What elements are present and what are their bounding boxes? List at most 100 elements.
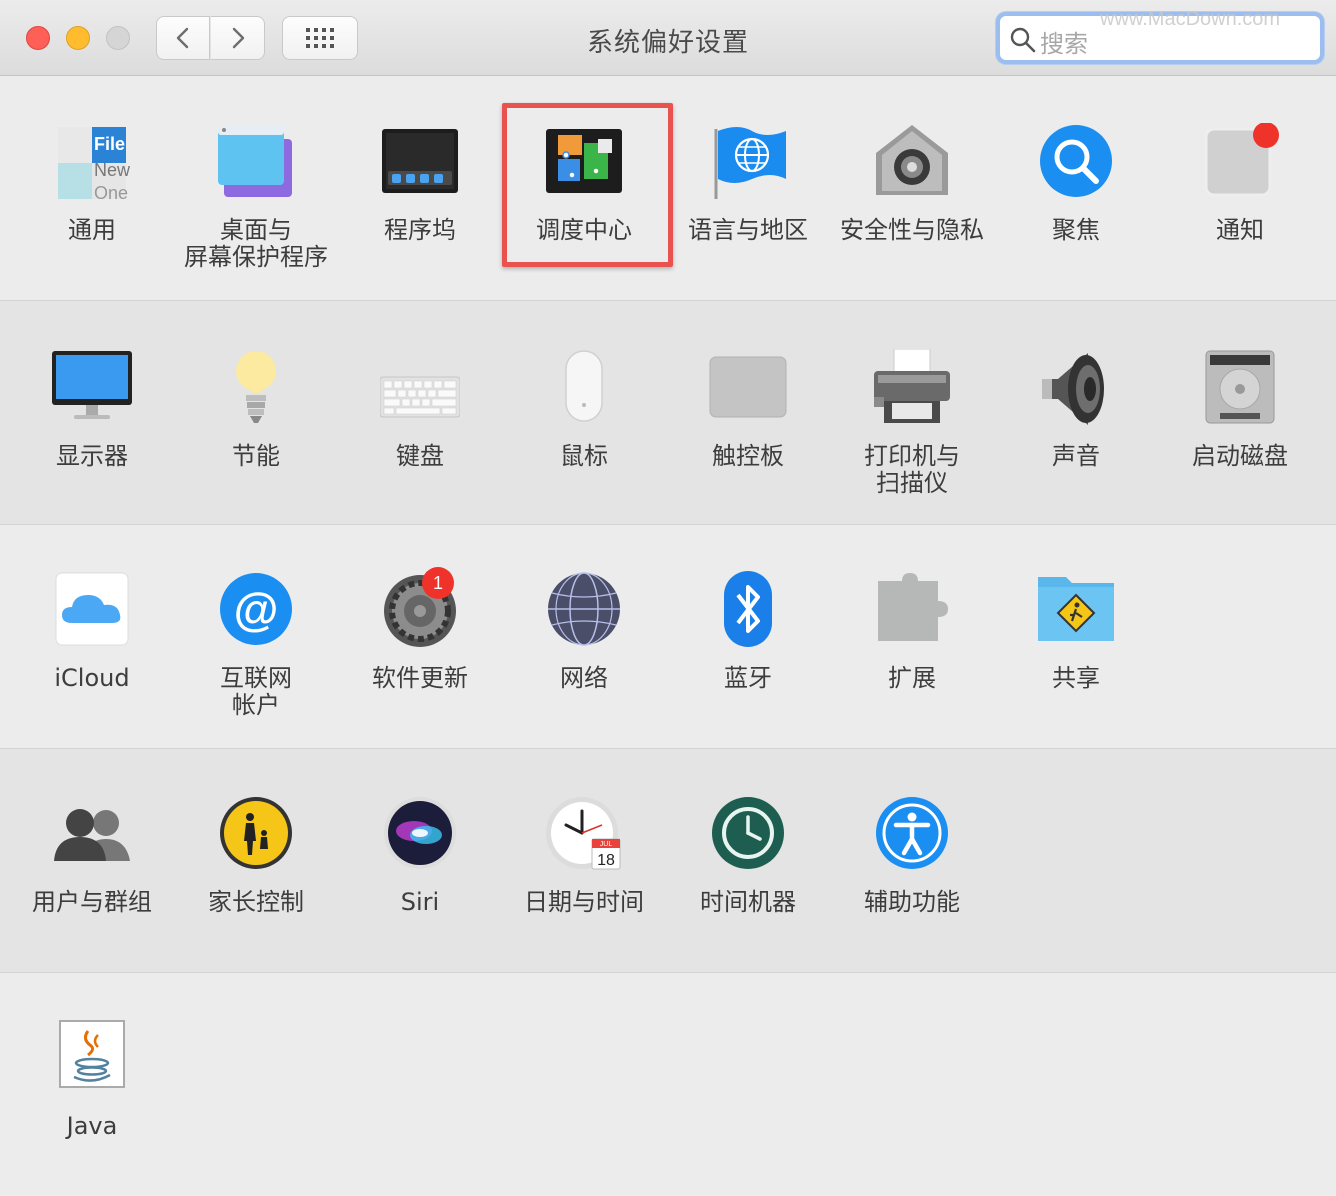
pref-label: 日期与时间 xyxy=(524,888,644,916)
pref-java[interactable]: Java xyxy=(10,1019,174,1140)
sound-icon xyxy=(1036,349,1116,429)
sharing-icon xyxy=(1036,571,1116,651)
pref-label: 程序坞 xyxy=(384,216,456,244)
pref-displays[interactable]: 显示器 xyxy=(10,349,174,470)
highlight-frame xyxy=(502,103,673,267)
svg-text:One: One xyxy=(94,183,128,203)
pref-label: 用户与群组 xyxy=(32,888,152,916)
search-placeholder: 搜索 xyxy=(1040,30,1088,58)
section-system: 用户与群组 家长控制 Siri JUL 18 日期与时间 时间机器 辅助功能 xyxy=(0,749,1336,973)
svg-text:New: New xyxy=(94,160,131,180)
pref-label: 聚焦 xyxy=(1052,216,1100,244)
pref-desktop-screensaver[interactable]: 桌面与 屏幕保护程序 xyxy=(174,123,338,271)
pref-parental-controls[interactable]: 家长控制 xyxy=(174,795,338,916)
pref-language-region[interactable]: 语言与地区 xyxy=(666,123,830,244)
java-icon xyxy=(52,1019,132,1099)
icloud-icon xyxy=(52,571,132,651)
pref-time-machine[interactable]: 时间机器 xyxy=(666,795,830,916)
pref-label: 启动磁盘 xyxy=(1192,442,1288,470)
pref-software-update[interactable]: 1 软件更新 xyxy=(338,567,502,692)
watermark: www.MacDown.com xyxy=(1100,8,1281,30)
pref-label: 辅助功能 xyxy=(864,888,960,916)
pref-label: Siri xyxy=(400,888,440,916)
startup-disk-icon xyxy=(1200,349,1280,429)
dock-icon xyxy=(380,123,460,203)
pref-dock[interactable]: 程序坞 xyxy=(338,123,502,244)
pref-sound[interactable]: 声音 xyxy=(994,349,1158,470)
desktop-screensaver-icon xyxy=(216,123,296,203)
pref-label: Java xyxy=(66,1112,118,1140)
pref-label: 家长控制 xyxy=(208,888,304,916)
pref-printers-scanners[interactable]: 打印机与 扫描仪 xyxy=(830,348,994,497)
titlebar: 系统偏好设置 搜索 www.MacDown.com xyxy=(0,0,1336,76)
pref-label: 互联网 帐户 xyxy=(220,664,292,719)
security-privacy-icon xyxy=(872,123,952,203)
displays-icon xyxy=(52,349,132,429)
trackpad-icon xyxy=(708,349,788,429)
pref-general[interactable]: File New One 通用 xyxy=(10,123,174,244)
users-groups-icon xyxy=(52,795,132,875)
pref-label: 显示器 xyxy=(56,442,128,470)
pref-label: 声音 xyxy=(1052,442,1100,470)
pref-label: iCloud xyxy=(54,664,130,692)
general-icon: File New One xyxy=(52,123,132,203)
pref-date-time[interactable]: JUL 18 日期与时间 xyxy=(502,795,666,916)
time-machine-icon xyxy=(708,795,788,875)
section-internet-wireless: iCloud @ 互联网 帐户 1 软件更新 网络 蓝牙 扩展 共享 xyxy=(0,525,1336,749)
pref-notifications[interactable]: 通知 xyxy=(1158,122,1322,244)
spotlight-icon xyxy=(1036,123,1116,203)
energy-saver-icon xyxy=(216,349,296,429)
printers-scanners-icon xyxy=(872,348,952,429)
svg-text:@: @ xyxy=(234,583,279,635)
pref-label: 鼠标 xyxy=(560,442,608,470)
pref-accessibility[interactable]: 辅助功能 xyxy=(830,795,994,916)
section-other: Java xyxy=(0,973,1336,1196)
pref-label: 软件更新 xyxy=(372,664,468,692)
pref-security-privacy[interactable]: 安全性与隐私 xyxy=(830,123,994,244)
pref-energy-saver[interactable]: 节能 xyxy=(174,349,338,470)
pref-bluetooth[interactable]: 蓝牙 xyxy=(666,571,830,692)
date-time-icon: JUL 18 xyxy=(544,795,624,875)
extensions-icon xyxy=(872,571,952,651)
pref-internet-accounts[interactable]: @ 互联网 帐户 xyxy=(174,571,338,719)
pref-trackpad[interactable]: 触控板 xyxy=(666,349,830,470)
pref-users-groups[interactable]: 用户与群组 xyxy=(10,795,174,916)
pref-label: 通用 xyxy=(68,216,116,244)
pref-label: 扩展 xyxy=(888,664,936,692)
pref-spotlight[interactable]: 聚焦 xyxy=(994,123,1158,244)
internet-accounts-icon: @ xyxy=(216,571,296,651)
svg-text:JUL: JUL xyxy=(600,841,613,848)
pref-label: 通知 xyxy=(1216,216,1264,244)
pref-label: 安全性与隐私 xyxy=(840,216,984,244)
section-personal: File New One 通用 桌面与 屏幕保护程序 程序坞 调度中心 语言与地… xyxy=(0,77,1336,301)
siri-icon xyxy=(380,795,460,875)
notifications-icon xyxy=(1200,122,1280,203)
pref-sharing[interactable]: 共享 xyxy=(994,571,1158,692)
accessibility-icon xyxy=(872,795,952,875)
network-icon xyxy=(544,571,624,651)
bluetooth-icon xyxy=(708,571,788,651)
svg-text:18: 18 xyxy=(597,852,615,869)
pref-startup-disk[interactable]: 启动磁盘 xyxy=(1158,349,1322,470)
pref-mouse[interactable]: 鼠标 xyxy=(502,349,666,470)
pref-extensions[interactable]: 扩展 xyxy=(830,571,994,692)
pref-label: 键盘 xyxy=(396,442,444,470)
pref-label: 共享 xyxy=(1052,664,1100,692)
pref-label: 节能 xyxy=(232,442,280,470)
section-hardware: 显示器 节能 键盘 鼠标 触控板 打印机与 扫描仪 声音 启动磁盘 xyxy=(0,301,1336,525)
system-preferences-window: 系统偏好设置 搜索 www.MacDown.com File New One 通… xyxy=(0,0,1336,1196)
pref-icloud[interactable]: iCloud xyxy=(10,571,174,692)
pref-label: 语言与地区 xyxy=(688,216,808,244)
mouse-icon xyxy=(544,349,624,429)
pref-label: 时间机器 xyxy=(700,888,796,916)
pref-label: 打印机与 扫描仪 xyxy=(864,442,960,497)
pref-label: 触控板 xyxy=(712,442,784,470)
pref-siri[interactable]: Siri xyxy=(338,795,502,916)
update-count-badge: 1 xyxy=(422,567,454,599)
pref-label: 网络 xyxy=(560,664,608,692)
pref-network[interactable]: 网络 xyxy=(502,571,666,692)
svg-text:File: File xyxy=(94,134,125,154)
language-region-icon xyxy=(708,123,788,203)
pref-label: 桌面与 屏幕保护程序 xyxy=(184,216,328,271)
pref-keyboard[interactable]: 键盘 xyxy=(338,349,502,470)
